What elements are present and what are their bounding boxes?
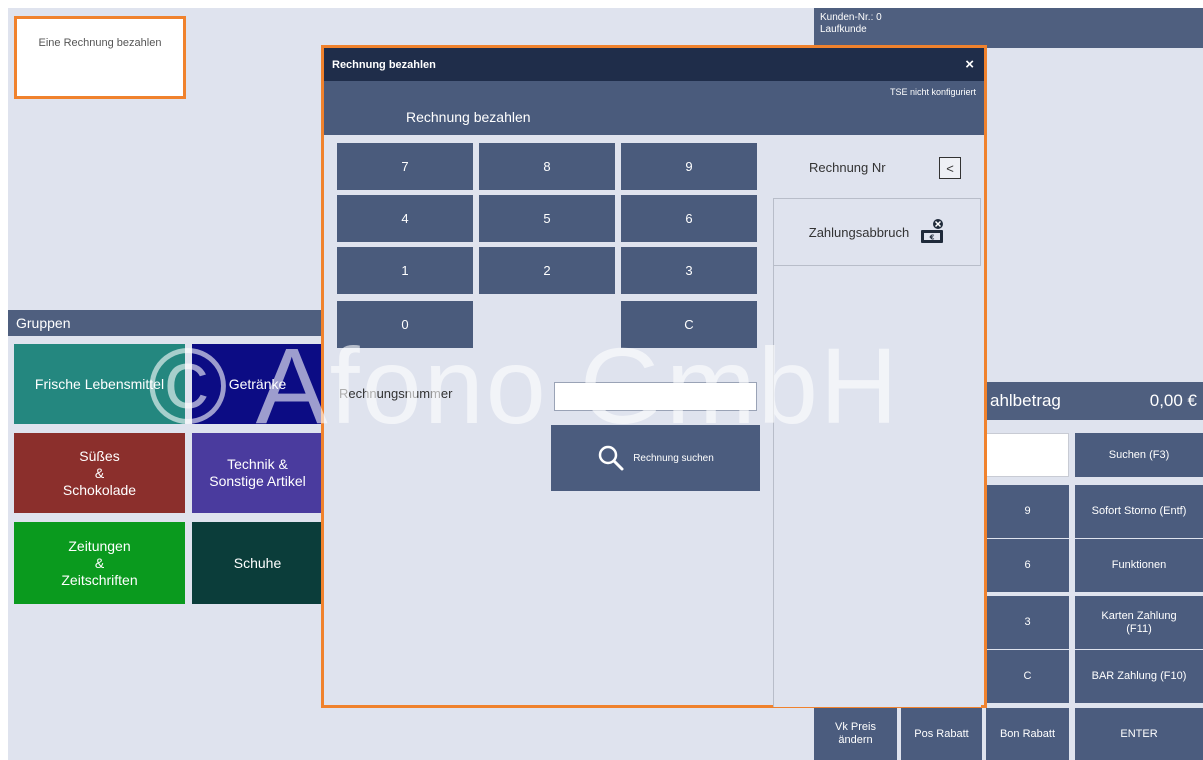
tse-status: TSE nicht konfiguriert xyxy=(889,87,976,97)
button-label: 3 xyxy=(1024,616,1031,628)
group-label: Getränke xyxy=(228,375,287,392)
key-c-button[interactable]: C xyxy=(986,650,1069,703)
button-label: Vk Preis ändern xyxy=(835,721,876,746)
dialog-side-panel xyxy=(773,198,981,707)
button-label: C xyxy=(1023,670,1032,682)
button-label: 9 xyxy=(1024,505,1031,517)
article-search-input[interactable] xyxy=(986,433,1069,477)
button-label: BAR Zahlung (F10) xyxy=(1091,670,1187,682)
pay-invoice-tile[interactable]: Eine Rechnung bezahlen xyxy=(14,16,186,99)
group-label: Frische Lebensmittel xyxy=(34,375,165,392)
group-label: Süßes & Schokolade xyxy=(62,447,137,498)
keypad-6[interactable]: 6 xyxy=(621,195,757,242)
keypad-0[interactable]: 0 xyxy=(337,301,473,348)
total-amount-bar: ahlbetrag 0,00 € xyxy=(986,382,1203,420)
group-label: Technik & Sonstige Artikel xyxy=(209,456,306,489)
pay-invoice-dialog: Rechnung bezahlen × TSE nicht konfigurie… xyxy=(321,45,987,708)
key-9-button[interactable]: 9 xyxy=(986,485,1069,538)
group-label: Schuhe xyxy=(233,554,282,571)
group-sweets[interactable]: Süßes & Schokolade xyxy=(14,433,185,513)
keypad-c[interactable]: C xyxy=(621,301,757,348)
keypad-7[interactable]: 7 xyxy=(337,143,473,190)
invoice-no-label: Rechnung Nr xyxy=(809,160,886,175)
keypad-9[interactable]: 9 xyxy=(621,143,757,190)
invoice-number-label: Rechnungsnummer xyxy=(339,386,453,401)
invoice-number-input[interactable] xyxy=(554,382,757,411)
cash-payment-button[interactable]: BAR Zahlung (F10) xyxy=(1075,650,1203,703)
cash-cancel-icon: € xyxy=(921,219,944,243)
search-invoice-label: Rechnung suchen xyxy=(633,452,714,464)
dialog-title: Rechnung bezahlen xyxy=(332,58,436,71)
close-icon[interactable]: × xyxy=(965,48,974,81)
keypad-3[interactable]: 3 xyxy=(621,247,757,294)
invoice-no-back-button[interactable]: < xyxy=(939,157,961,179)
total-value: 0,00 € xyxy=(1149,391,1197,410)
customer-name: Laufkunde xyxy=(820,24,867,35)
button-label: Sofort Storno (Entf) xyxy=(1091,505,1187,517)
group-newspapers[interactable]: Zeitungen & Zeitschriften xyxy=(14,522,185,604)
pay-invoice-tile-label: Eine Rechnung bezahlen xyxy=(38,37,162,49)
keypad-1[interactable]: 1 xyxy=(337,247,473,294)
button-label: Karten Zahlung (F11) xyxy=(1101,609,1177,635)
keypad-2[interactable]: 2 xyxy=(479,247,615,294)
group-drinks[interactable]: Getränke xyxy=(192,344,323,424)
instant-cancel-button[interactable]: Sofort Storno (Entf) xyxy=(1075,485,1203,538)
bon-discount-button[interactable]: Bon Rabatt xyxy=(986,708,1069,760)
button-label: ENTER xyxy=(1120,727,1158,740)
svg-text:€: € xyxy=(929,234,935,242)
button-label: Suchen (F3) xyxy=(1108,448,1170,461)
search-f3-button[interactable]: Suchen (F3) xyxy=(1075,433,1203,477)
payment-abort-button[interactable]: Zahlungsabbruch € xyxy=(773,198,981,266)
key-3-button[interactable]: 3 xyxy=(986,596,1069,649)
group-fresh-food[interactable]: Frische Lebensmittel xyxy=(14,344,185,424)
pos-discount-button[interactable]: Pos Rabatt xyxy=(901,708,982,760)
card-payment-button[interactable]: Karten Zahlung (F11) xyxy=(1075,596,1203,649)
total-label: ahlbetrag xyxy=(990,391,1061,410)
search-icon xyxy=(598,445,624,471)
search-invoice-button[interactable]: Rechnung suchen xyxy=(551,425,760,491)
customer-info-bar: Kunden-Nr.: 0 Laufkunde xyxy=(814,8,1203,48)
group-shoes[interactable]: Schuhe xyxy=(192,522,323,604)
button-label: 6 xyxy=(1024,559,1031,571)
dialog-subheader: TSE nicht konfiguriert Rechnung bezahlen xyxy=(324,81,984,135)
keypad-4[interactable]: 4 xyxy=(337,195,473,242)
key-6-button[interactable]: 6 xyxy=(986,539,1069,592)
vk-price-change-button[interactable]: Vk Preis ändern xyxy=(814,708,897,760)
payment-abort-label: Zahlungsabbruch xyxy=(808,224,910,240)
functions-button[interactable]: Funktionen xyxy=(1075,539,1203,592)
pos-app-window: Eine Rechnung bezahlen Gruppen Frische L… xyxy=(8,8,1203,760)
button-label: Bon Rabatt xyxy=(999,727,1056,740)
group-technology[interactable]: Technik & Sonstige Artikel xyxy=(192,433,323,513)
keypad-8[interactable]: 8 xyxy=(479,143,615,190)
groups-header-label: Gruppen xyxy=(16,315,71,331)
button-label: Funktionen xyxy=(1111,559,1167,571)
groups-header: Gruppen xyxy=(8,310,323,336)
button-label: Pos Rabatt xyxy=(914,727,969,740)
dialog-heading: Rechnung bezahlen xyxy=(406,109,531,125)
group-label: Zeitungen & Zeitschriften xyxy=(61,537,138,588)
customer-number: Kunden-Nr.: 0 xyxy=(820,12,882,23)
enter-button[interactable]: ENTER xyxy=(1075,708,1203,760)
keypad-5[interactable]: 5 xyxy=(479,195,615,242)
dialog-title-bar: Rechnung bezahlen xyxy=(324,48,984,81)
